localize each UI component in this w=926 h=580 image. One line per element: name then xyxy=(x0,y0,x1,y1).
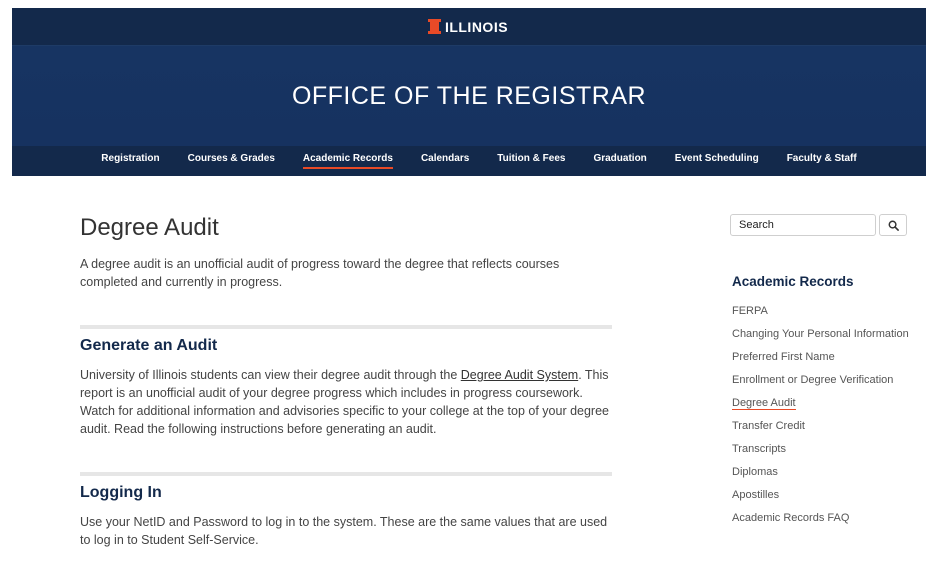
nav-academic-records[interactable]: Academic Records xyxy=(302,153,393,169)
nav-calendars[interactable]: Calendars xyxy=(421,153,469,169)
section-divider xyxy=(80,325,612,329)
search-form xyxy=(730,214,910,236)
nav-courses-grades[interactable]: Courses & Grades xyxy=(188,153,275,169)
title-band: OFFICE OF THE REGISTRAR xyxy=(12,45,926,146)
search-icon xyxy=(888,220,899,231)
page-title: Degree Audit xyxy=(80,214,219,241)
degree-audit-system-link[interactable]: Degree Audit System xyxy=(461,368,578,382)
main-nav: Registration Courses & Grades Academic R… xyxy=(12,146,926,176)
sidebar-item-apostilles[interactable]: Apostilles xyxy=(732,487,910,503)
nav-event-scheduling[interactable]: Event Scheduling xyxy=(675,153,759,169)
sidebar-item-ferpa[interactable]: FERPA xyxy=(732,303,910,319)
sidebar-item-preferred-first-name[interactable]: Preferred First Name xyxy=(732,349,910,365)
section-body: University of Illinois students can view… xyxy=(80,366,612,438)
sidebar-item-degree-audit[interactable]: Degree Audit xyxy=(732,395,910,411)
section-logging-in: Logging In Use your NetID and Password t… xyxy=(80,472,612,549)
illinois-logo[interactable]: ILLINOIS xyxy=(427,18,509,35)
section-generate-audit: Generate an Audit University of Illinois… xyxy=(80,325,612,438)
nav-registration[interactable]: Registration xyxy=(101,153,159,169)
search-input[interactable] xyxy=(730,214,876,236)
section-body: Use your NetID and Password to log in to… xyxy=(80,515,608,547)
site-header: ILLINOIS OFFICE OF THE REGISTRAR Registr… xyxy=(12,8,926,176)
sidebar-item-enrollment-verification[interactable]: Enrollment or Degree Verification xyxy=(732,372,910,388)
nav-faculty-staff[interactable]: Faculty & Staff xyxy=(787,153,857,169)
intro-text: A degree audit is an unofficial audit of… xyxy=(80,257,560,289)
search-button[interactable] xyxy=(879,214,907,236)
body-text: University of Illinois students can view… xyxy=(80,368,461,382)
sidebar-item-academic-records-faq[interactable]: Academic Records FAQ xyxy=(732,510,910,526)
sidebar: Academic Records FERPA Changing Your Per… xyxy=(730,214,910,533)
main-content: Degree Audit A degree audit is an unoffi… xyxy=(80,214,612,549)
section-divider xyxy=(80,472,612,476)
nav-tuition-fees[interactable]: Tuition & Fees xyxy=(497,153,565,169)
university-bar: ILLINOIS xyxy=(12,8,926,45)
site-title[interactable]: OFFICE OF THE REGISTRAR xyxy=(292,82,646,111)
sidebar-item-transcripts[interactable]: Transcripts xyxy=(732,441,910,457)
brand-text: ILLINOIS xyxy=(444,18,509,35)
section-heading: Generate an Audit xyxy=(80,337,218,354)
block-i-icon xyxy=(427,19,441,34)
sidebar-item-transfer-credit[interactable]: Transfer Credit xyxy=(732,418,910,434)
sidebar-item-changing-personal-info[interactable]: Changing Your Personal Information xyxy=(732,326,910,342)
section-heading: Logging In xyxy=(80,484,162,501)
sidebar-item-diplomas[interactable]: Diplomas xyxy=(732,464,910,480)
sidebar-nav: FERPA Changing Your Personal Information… xyxy=(730,303,910,526)
sidebar-heading: Academic Records xyxy=(732,274,854,289)
nav-graduation[interactable]: Graduation xyxy=(593,153,646,169)
